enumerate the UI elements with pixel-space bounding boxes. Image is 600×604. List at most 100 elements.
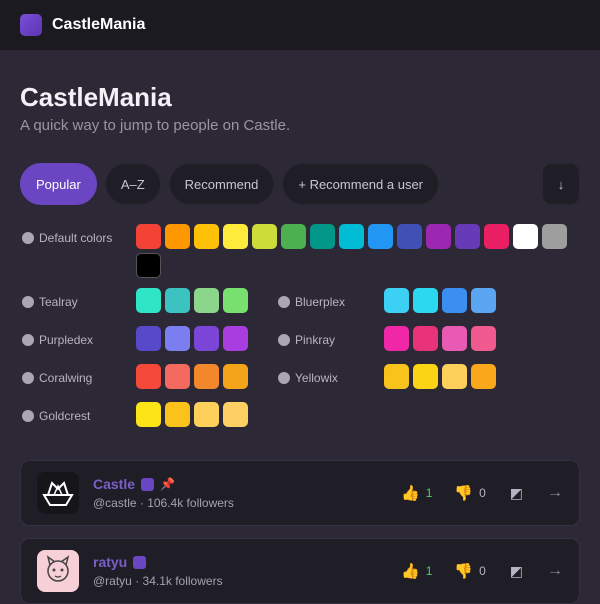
radio-dot-icon[interactable] xyxy=(22,372,34,384)
app-logo[interactable] xyxy=(20,14,42,36)
color-swatch[interactable] xyxy=(136,402,161,427)
color-group-default: Default colors xyxy=(20,224,580,278)
color-swatch[interactable] xyxy=(542,224,567,249)
color-row-coral-yellow: Coralwing Yellowix xyxy=(20,364,580,392)
user-list: Castle 📌 @castle · 106.4k followers 👍 1 … xyxy=(20,460,580,604)
sort-down-button[interactable]: ↓ xyxy=(542,163,580,205)
color-swatch[interactable] xyxy=(471,364,496,389)
color-group-goldcrest: Goldcrest xyxy=(20,402,580,430)
color-swatch[interactable] xyxy=(384,364,409,389)
filter-tabs: Popular A–Z Recommend + Recommend a user… xyxy=(20,162,580,206)
color-swatch[interactable] xyxy=(252,224,277,249)
color-group-default-toggle[interactable]: Default colors xyxy=(20,224,136,252)
user-card[interactable]: ratyu @ratyu · 34.1k followers 👍 1 👎 0 ◩… xyxy=(20,538,580,604)
tab-recommend[interactable]: Recommend xyxy=(168,163,275,205)
color-group-pinkray-toggle[interactable]: Pinkray xyxy=(276,326,384,354)
thumbs-down-icon: 👎 xyxy=(454,485,474,502)
dislike-button[interactable]: 👎 0 xyxy=(454,562,485,580)
radio-dot-icon[interactable] xyxy=(22,410,34,422)
color-swatch[interactable] xyxy=(442,288,467,313)
color-swatch[interactable] xyxy=(471,288,496,313)
radio-dot-icon[interactable] xyxy=(22,296,34,308)
user-name-row: Castle 📌 xyxy=(93,476,401,492)
color-swatch[interactable] xyxy=(165,402,190,427)
user-name-row: ratyu xyxy=(93,554,401,570)
color-group-yellowix-toggle[interactable]: Yellowix xyxy=(276,364,384,392)
dislike-button[interactable]: 👎 0 xyxy=(454,484,485,502)
color-swatch[interactable] xyxy=(484,224,509,249)
color-swatch[interactable] xyxy=(413,288,438,313)
user-stats: @castle · 106.4k followers xyxy=(93,496,234,510)
thumbs-down-icon: 👎 xyxy=(454,563,474,580)
like-button[interactable]: 👍 1 xyxy=(401,484,432,502)
color-swatch[interactable] xyxy=(339,224,364,249)
color-swatch[interactable] xyxy=(136,288,161,313)
arrow-right-icon[interactable]: → xyxy=(547,484,563,502)
verified-badge-icon xyxy=(133,555,147,569)
color-swatch[interactable] xyxy=(413,326,438,351)
user-stats: @ratyu · 34.1k followers xyxy=(93,574,223,588)
like-button[interactable]: 👍 1 xyxy=(401,562,432,580)
color-group-tealray-toggle[interactable]: Tealray xyxy=(20,288,136,316)
contrast-icon[interactable]: ◩ xyxy=(510,485,523,502)
user-name[interactable]: Castle xyxy=(93,476,135,492)
color-group-purpledex-toggle[interactable]: Purpledex xyxy=(20,326,136,354)
color-swatch[interactable] xyxy=(513,224,538,249)
color-swatch[interactable] xyxy=(194,326,219,351)
color-swatch[interactable] xyxy=(136,326,161,351)
color-swatch[interactable] xyxy=(136,224,161,249)
color-swatch[interactable] xyxy=(194,288,219,313)
radio-dot-icon[interactable] xyxy=(278,296,290,308)
color-swatch[interactable] xyxy=(165,326,190,351)
contrast-icon[interactable]: ◩ xyxy=(510,563,523,580)
app-name[interactable]: CastleMania xyxy=(52,16,145,34)
recommend-user-button[interactable]: + Recommend a user xyxy=(282,163,440,205)
color-swatch[interactable] xyxy=(413,364,438,389)
color-swatch[interactable] xyxy=(368,224,393,249)
dislike-count: 0 xyxy=(479,486,486,500)
cat-doodle-icon[interactable] xyxy=(37,550,79,592)
color-swatch[interactable] xyxy=(426,224,451,249)
color-swatch[interactable] xyxy=(442,326,467,351)
radio-dot-icon[interactable] xyxy=(278,372,290,384)
color-swatch[interactable] xyxy=(194,224,219,249)
tab-popular[interactable]: Popular xyxy=(20,163,97,205)
color-swatch[interactable] xyxy=(384,288,409,313)
user-card[interactable]: Castle 📌 @castle · 106.4k followers 👍 1 … xyxy=(20,460,580,526)
arrow-right-icon[interactable]: → xyxy=(547,562,563,580)
color-swatch[interactable] xyxy=(310,224,335,249)
color-group-coralwing-toggle[interactable]: Coralwing xyxy=(20,364,136,392)
color-group-bluerplex-toggle[interactable]: Bluerplex xyxy=(276,288,384,316)
radio-dot-icon[interactable] xyxy=(22,334,34,346)
color-swatch[interactable] xyxy=(384,326,409,351)
page-subtitle: A quick way to jump to people on Castle. xyxy=(20,117,291,134)
color-swatch[interactable] xyxy=(194,402,219,427)
color-swatch[interactable] xyxy=(397,224,422,249)
color-group-goldcrest-toggle[interactable]: Goldcrest xyxy=(20,402,136,430)
color-swatch[interactable] xyxy=(136,253,161,278)
color-swatch[interactable] xyxy=(165,288,190,313)
color-group-label: Default colors xyxy=(39,231,113,245)
user-name[interactable]: ratyu xyxy=(93,554,127,570)
color-swatch[interactable] xyxy=(223,288,248,313)
color-swatch[interactable] xyxy=(194,364,219,389)
color-swatch[interactable] xyxy=(442,364,467,389)
radio-dot-icon[interactable] xyxy=(278,334,290,346)
color-swatch[interactable] xyxy=(165,224,190,249)
color-swatch[interactable] xyxy=(136,364,161,389)
page-title: CastleMania xyxy=(20,82,172,112)
boat-crown-icon[interactable] xyxy=(37,472,79,514)
color-group-label: Purpledex xyxy=(39,333,94,347)
color-swatch[interactable] xyxy=(223,364,248,389)
color-swatch[interactable] xyxy=(455,224,480,249)
tab-a-z[interactable]: A–Z xyxy=(104,163,161,205)
color-swatch[interactable] xyxy=(165,364,190,389)
color-swatch[interactable] xyxy=(223,402,248,427)
swatch-list xyxy=(136,288,266,313)
color-swatch[interactable] xyxy=(471,326,496,351)
radio-dot-icon[interactable] xyxy=(22,232,34,244)
color-swatch[interactable] xyxy=(223,326,248,351)
color-swatch[interactable] xyxy=(223,224,248,249)
swatch-list xyxy=(384,364,514,389)
color-swatch[interactable] xyxy=(281,224,306,249)
